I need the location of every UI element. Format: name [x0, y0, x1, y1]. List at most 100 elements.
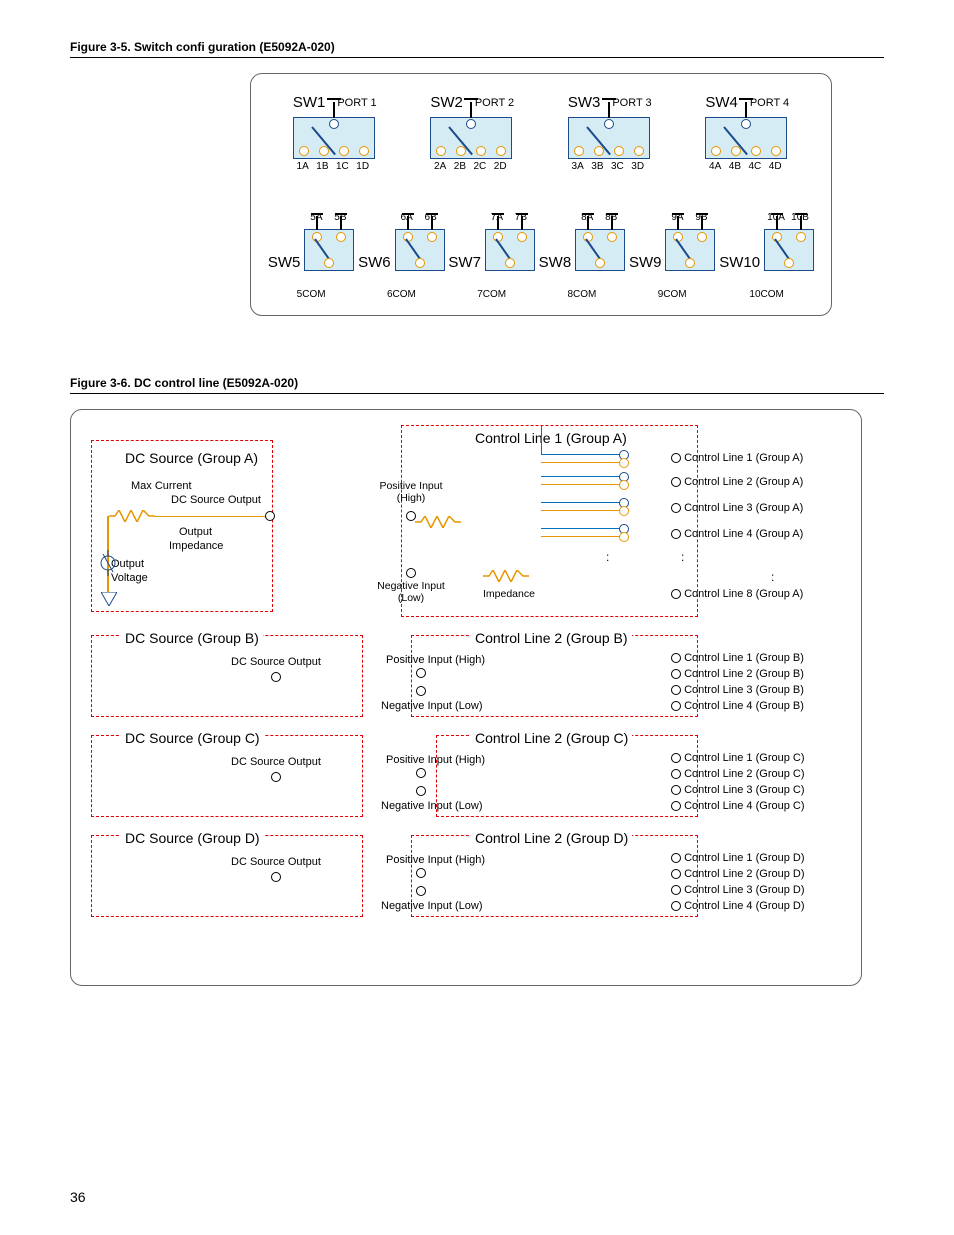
out-1c: 1C [336, 161, 349, 172]
control-line-a8: Control Line 8 (Group A) [684, 588, 803, 600]
port-label: PORT 2 [475, 97, 514, 109]
terminal-icon [671, 769, 681, 779]
port-label: PORT 3 [612, 97, 651, 109]
dc-source-output-d: DC Source Output [231, 856, 321, 868]
terminal-icon [671, 885, 681, 895]
dc-source-output-b: DC Source Output [231, 656, 321, 668]
sw-label: SW2 [430, 94, 463, 111]
control-line-b4: Control Line 4 (Group B) [684, 700, 804, 712]
group-d-dc-header: DC Source (Group D) [121, 830, 264, 846]
top-switch-row: SW1 PORT 1 1A 1B 1C 1D SW2 PORT 2 [266, 94, 816, 172]
pos-terminal-c [416, 768, 426, 778]
terminal-icon [671, 901, 681, 911]
figure-3-6-title: Figure 3-6. DC control line (E5092A-020) [70, 376, 884, 394]
switch-sw6: SW6 6A6B 6COM [358, 212, 445, 300]
group-b-dc-header: DC Source (Group B) [121, 630, 263, 646]
neg-input-low-b: Negative Input (Low) [381, 700, 483, 712]
group-a-dc-header: DC Source (Group A) [121, 450, 262, 466]
figure-3-5-title: Figure 3-5. Switch confi guration (E5092… [70, 40, 884, 58]
sw-label: SW3 [568, 94, 601, 111]
figure-3-6-frame: DC Source (Group A) Control Line 1 (Grou… [70, 409, 862, 986]
pos-terminal-b [416, 668, 426, 678]
control-line-d1: Control Line 1 (Group D) [684, 852, 804, 864]
terminal-icon [671, 869, 681, 879]
neg-input-low-c: Negative Input (Low) [381, 800, 483, 812]
switch-sw10: SW10 10A10B 10COM [719, 212, 814, 300]
page-number: 36 [70, 1189, 86, 1205]
group-b-cl-header: Control Line 2 (Group B) [471, 630, 632, 646]
terminal-icon [671, 453, 681, 463]
port-label: PORT 1 [337, 97, 376, 109]
port-label: PORT 4 [750, 97, 789, 109]
group-b-dc-box [91, 635, 363, 717]
pos-input-high-a: Positive Input(High) [371, 480, 451, 504]
resistor-icon [109, 510, 155, 525]
switch-sw7: SW7 7A7B 7COM [448, 212, 535, 300]
control-line-a3: Control Line 3 (Group A) [684, 502, 803, 514]
control-line-d2: Control Line 2 (Group D) [684, 868, 804, 880]
group-a-cl-header: Control Line 1 (Group A) [471, 430, 631, 446]
switch-sw3: SW3 PORT 3 3A 3B 3C 3D [568, 94, 652, 172]
resistor-icon [483, 570, 529, 585]
terminal-icon [671, 653, 681, 663]
control-line-a4: Control Line 4 (Group A) [684, 528, 803, 540]
switch-sw9: SW9 9A9B 9COM [629, 212, 716, 300]
neg-terminal-b [416, 686, 426, 696]
control-line-d4: Control Line 4 (Group D) [684, 900, 804, 912]
bottom-switch-row: SW5 5A5B 5COM SW6 6A6B [266, 212, 816, 300]
terminal-icon [671, 669, 681, 679]
dc-source-output-c: DC Source Output [231, 756, 321, 768]
control-line-c2: Control Line 2 (Group C) [684, 768, 804, 780]
pos-input-high-c: Positive Input (High) [386, 754, 485, 766]
terminal-icon [671, 477, 681, 487]
neg-input-terminal-a [406, 568, 416, 578]
control-line-c3: Control Line 3 (Group C) [684, 784, 804, 796]
sw-label: SW4 [705, 94, 738, 111]
out-1a: 1A [297, 161, 309, 172]
control-line-c4: Control Line 4 (Group C) [684, 800, 804, 812]
neg-terminal-c [416, 786, 426, 796]
control-line-b1: Control Line 1 (Group B) [684, 652, 804, 664]
group-d-cl-header: Control Line 2 (Group D) [471, 830, 632, 846]
pos-terminal-d [416, 868, 426, 878]
dc-output-terminal-b [271, 672, 281, 682]
neg-input-low-d: Negative Input (Low) [381, 900, 483, 912]
group-d-dc-box [91, 835, 363, 917]
pos-input-high-b: Positive Input (High) [386, 654, 485, 666]
terminal-icon [671, 701, 681, 711]
switch-sw5: SW5 5A5B 5COM [268, 212, 355, 300]
terminal-icon [671, 785, 681, 795]
switch-sw2: SW2 PORT 2 2A 2B 2C 2D [430, 94, 514, 172]
max-current-label: Max Current [131, 480, 192, 492]
dc-output-terminal-d [271, 872, 281, 882]
neg-input-low-a: Negative Input(Low) [371, 580, 451, 604]
group-c-dc-header: DC Source (Group C) [121, 730, 264, 746]
terminal-icon [671, 753, 681, 763]
resistor-icon [415, 516, 461, 531]
ground-icon [101, 592, 117, 609]
pos-input-high-d: Positive Input (High) [386, 854, 485, 866]
switch-sw1: SW1 PORT 1 1A 1B 1C 1D [293, 94, 377, 172]
control-line-b3: Control Line 3 (Group B) [684, 684, 804, 696]
impedance-label: Impedance [169, 540, 223, 552]
out-1d: 1D [356, 161, 369, 172]
terminal-icon [671, 853, 681, 863]
terminal-icon [671, 529, 681, 539]
dc-output-terminal-a [265, 511, 275, 521]
control-line-d3: Control Line 3 (Group D) [684, 884, 804, 896]
out-1b: 1B [316, 161, 328, 172]
sw-label: SW1 [293, 94, 326, 111]
terminal-icon [671, 589, 681, 599]
control-line-a1: Control Line 1 (Group A) [684, 452, 803, 464]
control-line-c1: Control Line 1 (Group C) [684, 752, 804, 764]
terminal-icon [671, 685, 681, 695]
control-line-a2: Control Line 2 (Group A) [684, 476, 803, 488]
switch-sw8: SW8 8A8B 8COM [539, 212, 626, 300]
terminal-icon [671, 503, 681, 513]
group-c-dc-box [91, 735, 363, 817]
control-line-b2: Control Line 2 (Group B) [684, 668, 804, 680]
figure-3-5-frame: SW1 PORT 1 1A 1B 1C 1D SW2 PORT 2 [250, 73, 832, 316]
impedance-label-2: Impedance [483, 588, 535, 600]
dc-output-terminal-c [271, 772, 281, 782]
terminal-icon [671, 801, 681, 811]
